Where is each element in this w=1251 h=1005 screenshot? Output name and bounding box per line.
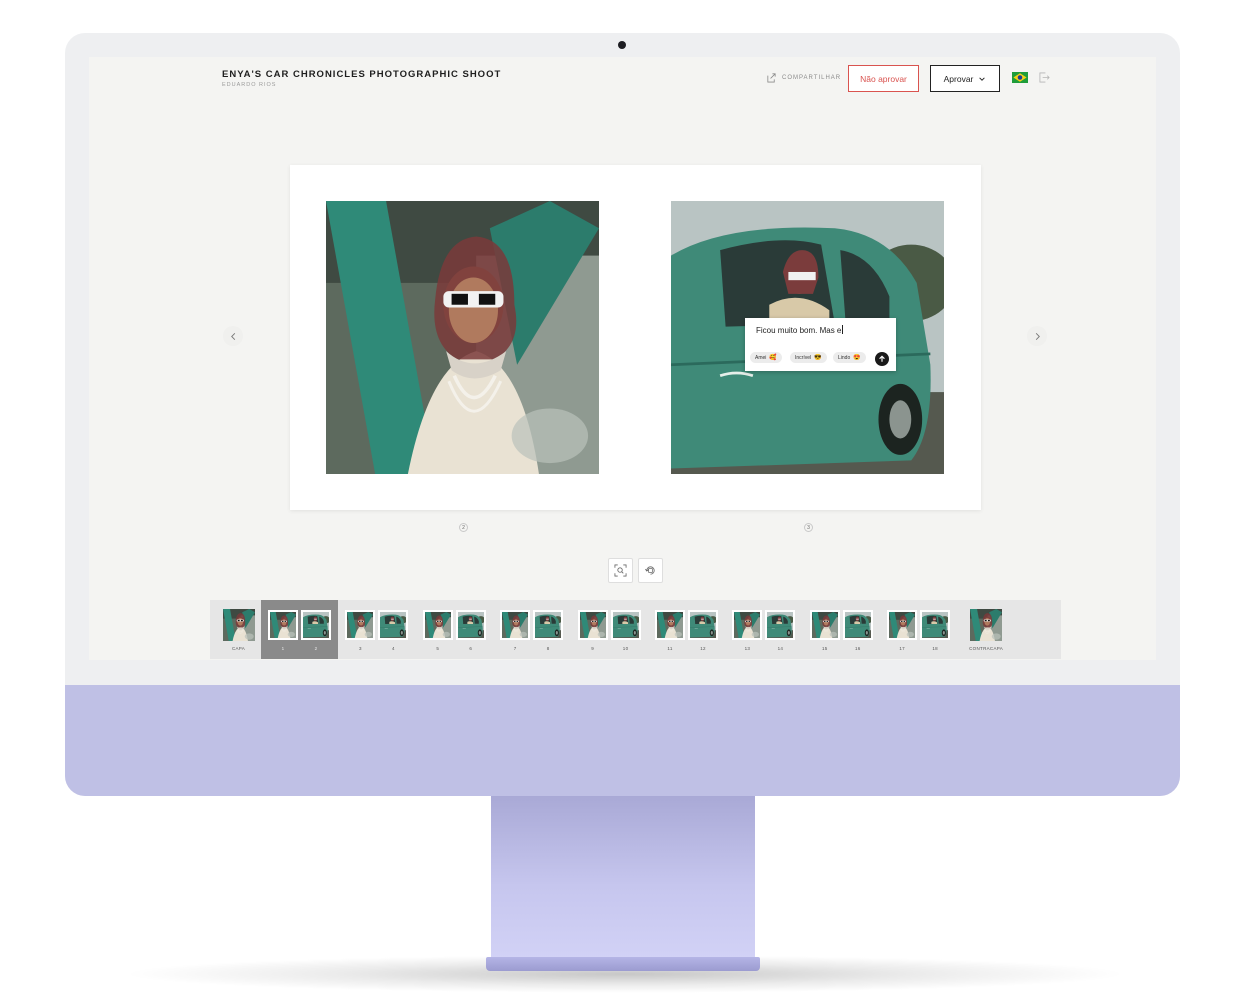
thumbnail-page-number: 7	[513, 646, 517, 651]
zoom-icon	[614, 564, 627, 577]
thumbnail-page-number: 9	[591, 646, 594, 651]
page-number-right: 3	[804, 523, 813, 532]
comment-text: Ficou muito bom. Mas e	[756, 326, 842, 335]
thumbnail-page-number: 2	[314, 646, 318, 651]
album-spread: Ficou muito bom. Mas e Amei 🥰 Incrível 😎…	[290, 165, 981, 510]
previous-page-button[interactable]	[223, 326, 243, 346]
thumbnail-spread[interactable]: 11 12	[648, 600, 725, 659]
thumbnail-image	[301, 610, 331, 640]
comment-popup: Ficou muito bom. Mas e Amei 🥰 Incrível 😎…	[745, 318, 896, 371]
page-title: ENYA'S CAR CHRONICLES PHOTOGRAPHIC SHOOT	[222, 69, 502, 80]
thumbnail-page-number: 14	[777, 646, 784, 651]
reaction-chip-amei[interactable]: Amei 🥰	[750, 352, 782, 363]
rotate-icon	[645, 566, 655, 575]
thumbnail-spread[interactable]: 13 14	[725, 600, 802, 659]
share-icon	[767, 73, 776, 83]
thumbnail-spread[interactable]: 17 18	[880, 600, 957, 659]
arrow-up-icon	[879, 355, 885, 362]
thumbnail-spread[interactable]: 12	[261, 600, 339, 659]
thumbnail-image	[500, 610, 531, 640]
monitor-stand	[491, 796, 755, 960]
thumbnail-image	[577, 610, 608, 640]
thumbnail-spread[interactable]: 15 16	[803, 600, 880, 659]
reaction-emoji: 😎	[814, 355, 822, 361]
reaction-chip-incrivel[interactable]: Incrível 😎	[790, 352, 827, 363]
thumbnail-page-number: 5	[436, 646, 440, 651]
reaction-chip-lindo[interactable]: Lindo 😍	[833, 352, 866, 363]
woman-in-car-photo	[326, 201, 599, 474]
thumbnail-image	[688, 610, 718, 640]
thumbnail-spread[interactable]: 78	[493, 600, 570, 659]
thumbnail-page-number: 11	[667, 646, 673, 651]
thumbnail-page-number: 16	[854, 646, 861, 651]
thumbnail-image	[345, 610, 376, 640]
thumbnail-page-number: 6	[469, 646, 473, 651]
thumbnail-image	[610, 610, 641, 640]
photo-page-3[interactable]: Ficou muito bom. Mas e Amei 🥰 Incrível 😎…	[671, 201, 944, 474]
app-screen: ENYA'S CAR CHRONICLES PHOTOGRAPHIC SHOOT…	[89, 57, 1156, 660]
approve-dropdown-button[interactable]: Aprovar	[930, 65, 1000, 92]
thumbnail-contracapa[interactable]: CONTRACAPA	[958, 600, 1015, 659]
thumbnail-label: CONTRACAPA	[969, 646, 1004, 651]
photographer-name: EDUARDO RIOS	[222, 82, 277, 88]
thumbnail-image	[842, 610, 873, 640]
thumbnail-spread[interactable]: 9 10	[571, 600, 648, 659]
thumbnail-page-number: 8	[546, 646, 550, 651]
text-caret	[842, 325, 844, 334]
thumbnail-image	[765, 610, 796, 640]
thumbnail-image	[533, 610, 564, 640]
thumbnail-page-number: 15	[821, 646, 828, 651]
thumbnail-image	[223, 609, 255, 641]
thumbnail-image	[732, 610, 763, 640]
thumbnail-strip: CAPA 1 2 3 4 5 6 7 8 9 10 11 12 13 14 15 16 17 18 CONTRACAP…	[210, 600, 1061, 659]
thumbnail-page-number: 12	[700, 646, 706, 651]
thumbnail-page-number: 10	[622, 646, 629, 651]
next-page-button[interactable]	[1027, 326, 1047, 346]
chevron-down-icon	[979, 76, 986, 81]
photo-page-2[interactable]	[326, 201, 599, 474]
share-label: COMPARTILHAR	[782, 74, 842, 81]
reject-button[interactable]: Não aprovar	[848, 65, 919, 92]
send-comment-button[interactable]	[875, 352, 889, 366]
share-button[interactable]: COMPARTILHAR	[766, 72, 841, 83]
thumbnail-page-number: 4	[391, 646, 395, 651]
thumbnail-image	[422, 610, 453, 640]
thumbnail-image	[378, 610, 409, 640]
camera-dot	[618, 41, 626, 49]
thumbnail-image	[655, 610, 685, 640]
reaction-label: Incrível	[795, 354, 812, 361]
thumbnail-image	[970, 609, 1002, 641]
thumbnail-image	[809, 610, 840, 640]
thumbnail-page-number: 13	[744, 646, 751, 651]
thumbnail-page-number: 1	[281, 646, 285, 651]
thumbnail-image	[887, 610, 918, 640]
reaction-label: Lindo	[838, 354, 851, 361]
zoom-button[interactable]	[608, 558, 633, 583]
monitor-chin	[65, 685, 1180, 796]
reaction-emoji: 😍	[853, 355, 861, 361]
thumbnail-image	[920, 610, 951, 640]
chevron-left-icon	[230, 332, 235, 340]
thumbnail-page-number: 3	[358, 646, 362, 651]
logout-icon[interactable]	[1039, 72, 1050, 83]
page-number-left: 2	[459, 523, 468, 532]
thumbnail-page-number: 17	[899, 646, 905, 651]
comment-input[interactable]: Ficou muito bom. Mas e	[756, 325, 844, 335]
thumbnail-image	[268, 610, 298, 640]
rotate-button[interactable]	[638, 558, 663, 583]
thumbnail-page-number: 18	[932, 646, 938, 651]
approve-label: Aprovar	[943, 73, 974, 84]
chevron-right-icon	[1035, 332, 1040, 340]
thumbnail-capa[interactable]: CAPA	[210, 600, 267, 659]
reaction-label: Amei	[755, 354, 767, 361]
thumbnail-spread[interactable]: 34	[338, 600, 415, 659]
brazil-flag-icon[interactable]	[1012, 72, 1028, 83]
thumbnail-image	[455, 610, 486, 640]
reaction-emoji: 🥰	[769, 355, 777, 361]
thumbnail-label: CAPA	[231, 646, 246, 651]
monitor-frame: ENYA'S CAR CHRONICLES PHOTOGRAPHIC SHOOT…	[65, 33, 1180, 796]
thumbnail-spread[interactable]: 56	[416, 600, 493, 659]
monitor-stand-base	[486, 957, 760, 971]
reject-label: Não aprovar	[860, 73, 907, 84]
